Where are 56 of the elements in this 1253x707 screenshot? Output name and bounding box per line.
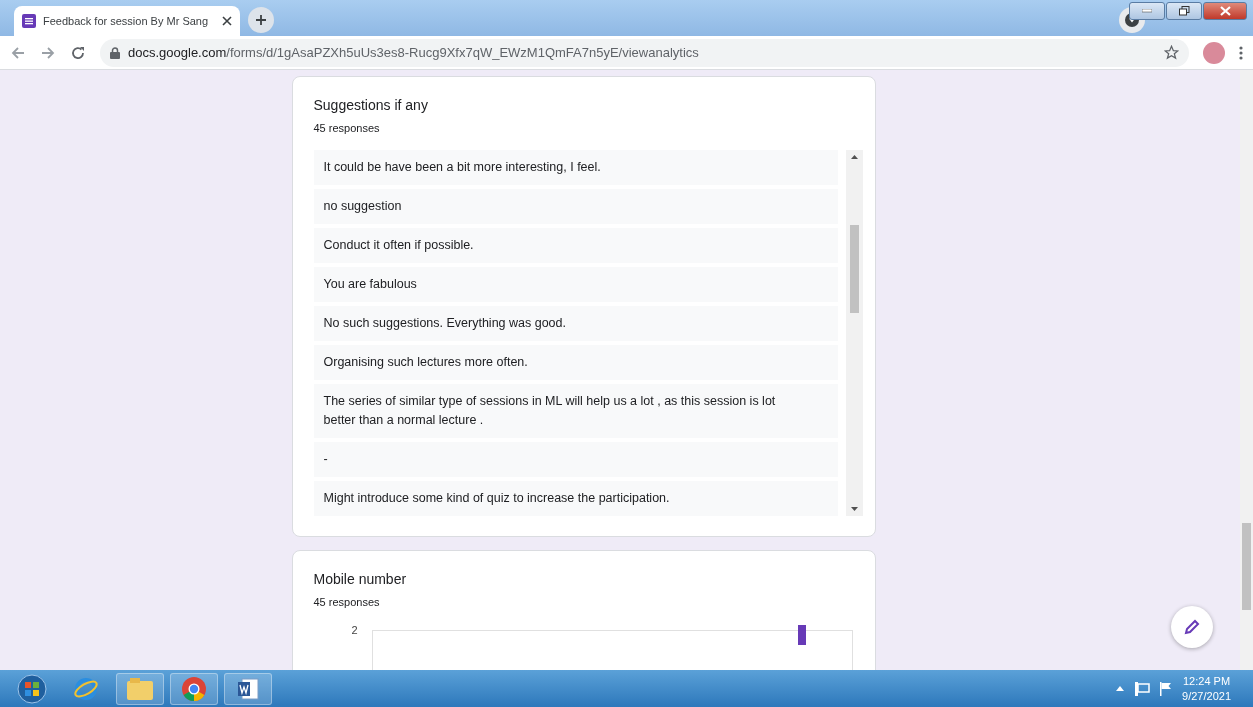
response-text: The series of similar type of sessions in ML will help us a lot , as this session is lot better than a normal lecture . [313,384,838,438]
browser-tab[interactable]: Feedback for session By Mr Sang [14,6,240,36]
maximize-button[interactable] [1166,2,1202,20]
question-title: Suggestions if any [313,97,429,113]
page-scrollbar[interactable] [1240,70,1253,670]
avatar[interactable] [1203,41,1225,64]
address-bar[interactable]: docs.google.com/forms/d/1gAsaPZXh5uUs3es8-Rucg9Xfx7qW_EWzM1QmFA7n5yE/viewanalytics [100,38,1189,67]
close-icon [1219,6,1231,16]
response-count: 45 responses [313,596,381,608]
browser-e-icon [73,675,99,702]
response-text: Might introduce some kind of quiz to increase the participation. [313,481,838,516]
scroll-down-icon[interactable] [850,507,858,511]
clock[interactable]: 12:24 PM 9/27/2021 [1182,673,1231,704]
edit-button[interactable] [1171,606,1213,648]
response-text: Conduct it often if possible. [313,228,838,263]
response-text: Organising such lectures more often. [313,345,838,380]
forward-button[interactable] [40,44,56,61]
scroll-up-icon[interactable] [850,155,858,159]
pencil-icon [1183,618,1201,636]
chrome-icon [182,676,206,701]
start-orb-icon [17,673,47,704]
flag-icon[interactable] [1160,681,1173,696]
list-scrollbar[interactable] [845,150,863,516]
forward-arrow-icon [40,44,56,61]
plus-icon [255,14,267,26]
network-icon[interactable] [1134,681,1151,696]
form-icon [22,14,36,28]
response-text: No such suggestions. Everything was good. [313,306,838,341]
back-arrow-icon [10,44,26,61]
file-explorer-button[interactable] [116,672,164,705]
response-text: no suggestion [313,189,838,224]
menu-icon[interactable] [1239,45,1243,60]
document-icon [236,676,260,701]
folder-icon [127,677,153,700]
axis-tick-label: 2 [350,624,358,636]
question-title: Mobile number [313,571,408,587]
restore-icon [1178,6,1190,16]
new-tab-button[interactable] [248,7,274,33]
back-button[interactable] [10,44,26,61]
close-icon[interactable] [222,16,232,26]
response-text: You are fabulous [313,267,838,302]
chrome-button[interactable] [170,672,218,705]
response-text: It could be have been a bit more interesting, I feel. [313,150,838,185]
minimize-icon [1142,9,1152,13]
reload-button[interactable] [70,44,86,61]
response-count: 45 responses [313,122,381,134]
reload-icon [70,44,86,61]
word-button[interactable] [224,672,272,705]
response-text: - [313,442,838,477]
chart-bar [797,625,806,645]
scroll-thumb[interactable] [849,225,859,313]
star-icon[interactable] [1164,45,1179,60]
scroll-thumb[interactable] [1242,523,1251,610]
show-hidden-icons-icon[interactable] [1116,686,1125,691]
lock-icon [110,46,120,59]
close-window-button[interactable] [1203,2,1247,20]
